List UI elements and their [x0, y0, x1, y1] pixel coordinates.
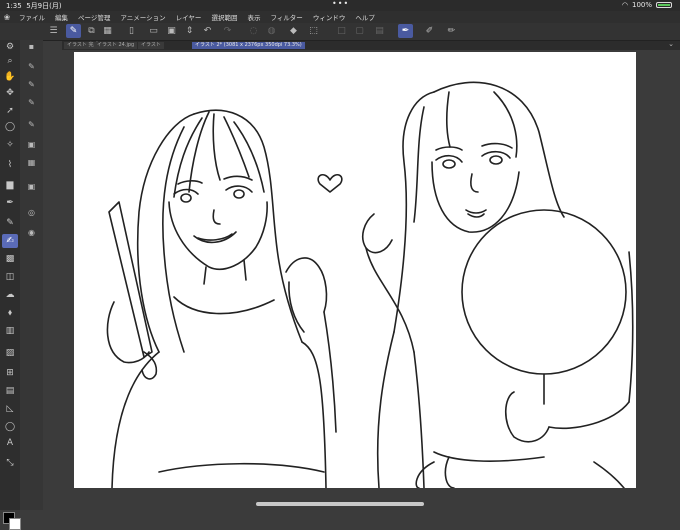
battery-percent: 100%	[631, 1, 652, 9]
blend-icon[interactable]: ☁	[2, 288, 18, 302]
settings-gear-icon[interactable]: ⚙	[2, 40, 18, 54]
menu-window[interactable]: ウィンドウ	[308, 12, 351, 22]
sub-tool-brush-1-icon[interactable]: ✎	[24, 60, 39, 73]
pen-icon[interactable]: ✒	[2, 196, 18, 210]
invert-selection-icon[interactable]: ▤	[372, 24, 387, 38]
lasso-icon[interactable]: ◯	[2, 120, 18, 134]
sub-tool-layer-icon[interactable]: ▣	[24, 138, 39, 151]
color-selector[interactable]	[3, 512, 21, 530]
drawing-canvas[interactable]	[74, 52, 636, 489]
sketch-artwork	[106, 81, 634, 489]
airbrush-icon[interactable]: ▩	[2, 252, 18, 266]
menu-selection[interactable]: 選択範囲	[206, 12, 242, 22]
brush-icon[interactable]: ✍	[2, 234, 18, 248]
status-time: 1:35 5月9日(月)	[6, 2, 62, 10]
clear-icon[interactable]: ◌	[246, 24, 261, 38]
sub-tool-history-icon[interactable]: ◎	[24, 206, 39, 219]
command-bar: ☰ ✎ ⧉ ▦ ▯ ▭ ▣ ⇕ ↶ ↷ ◌ ◍ ◆ ⬚ □ ▢ ▤ ✒ ✐ ✏	[0, 23, 680, 41]
sub-color-swatch[interactable]	[9, 518, 21, 530]
pencil-icon[interactable]: ✎	[2, 216, 18, 230]
operation-icon[interactable]: ➚	[2, 104, 18, 118]
crop-icon[interactable]: ⬚	[306, 24, 321, 38]
correct-line-icon[interactable]: ⤡	[2, 456, 18, 470]
menu-bar: ❀ ファイル 編集 ページ管理 アニメーション レイヤー 選択範囲 表示 フィル…	[0, 11, 680, 23]
sub-tool-material-icon[interactable]: ▦	[24, 156, 39, 169]
color-swatch-icon[interactable]: ▆	[2, 178, 18, 192]
layers-icon[interactable]: ⧉	[84, 24, 99, 38]
select-all-icon[interactable]: □	[334, 24, 349, 38]
menu-layer[interactable]: レイヤー	[171, 12, 207, 22]
menu-view[interactable]: 表示	[242, 12, 265, 22]
frame-icon[interactable]: ⊞	[2, 366, 18, 380]
menu-filter[interactable]: フィルター	[265, 12, 307, 22]
document-tab-bar: イラスト 完成3 イラスト 24.jpg イラスト イラスト 2* (3081 …	[62, 40, 680, 50]
home-indicator[interactable]	[256, 502, 424, 506]
tool-palette: ⚙ ⌕ ✋ ✥ ➚ ◯ ✧ ⌇ ▆ ✒ ✎ ✍ ▩ ◫ ☁ ⬧ ▥ ▨ ⊞ ▤ …	[0, 40, 21, 530]
open-folder-icon[interactable]: ▭	[146, 24, 161, 38]
move-icon[interactable]: ✥	[2, 86, 18, 100]
gallery-icon[interactable]: ▦	[100, 24, 115, 38]
new-file-icon[interactable]: ▯	[124, 24, 139, 38]
sub-tool-navigator-icon[interactable]: ▣	[24, 180, 39, 193]
menu-file[interactable]: ファイル	[14, 12, 50, 22]
clear-outside-icon[interactable]: ◍	[264, 24, 279, 38]
brush-mode-icon[interactable]: ✎	[66, 24, 81, 38]
redo-icon[interactable]: ↷	[220, 24, 235, 38]
document-tab[interactable]: イラスト	[138, 42, 164, 49]
chevron-down-icon[interactable]: ⌄	[668, 40, 674, 48]
balloon-icon[interactable]: ◯	[2, 420, 18, 434]
sub-tool-property-icon[interactable]: ◉	[24, 226, 39, 239]
wifi-icon: ◠	[621, 1, 628, 9]
deselect-icon[interactable]: ▢	[352, 24, 367, 38]
eyedropper-icon[interactable]: ⌇	[2, 158, 18, 172]
ruler-icon[interactable]: ▤	[2, 384, 18, 398]
vector-icon[interactable]: ◺	[2, 402, 18, 416]
battery-icon	[656, 2, 672, 8]
menu-edit[interactable]: 編集	[50, 12, 73, 22]
fill-icon[interactable]: ◆	[286, 24, 301, 38]
multitask-dots[interactable]: •••	[332, 0, 349, 8]
stepper-icon[interactable]: ⇕	[182, 24, 197, 38]
menu-animation[interactable]: アニメーション	[115, 12, 170, 22]
hand-icon[interactable]: ✋	[2, 70, 18, 84]
eraser-icon[interactable]: ◫	[2, 270, 18, 284]
stabilizer-pen-icon[interactable]: ✒	[398, 24, 413, 38]
text-icon[interactable]: A	[2, 436, 18, 450]
document-tab[interactable]: イラスト 24.jpg	[94, 42, 138, 49]
undo-icon[interactable]: ↶	[200, 24, 215, 38]
sub-tool-brush-2-icon[interactable]: ✎	[24, 78, 39, 91]
ios-status-bar: 1:35 5月9日(月) ••• ◠ 100%	[0, 0, 680, 11]
sub-tool-brush-3-icon[interactable]: ✎	[24, 96, 39, 109]
gradient-icon[interactable]: ▥	[2, 324, 18, 338]
sub-tool-brush-4-icon[interactable]: ✎	[24, 118, 39, 131]
menu-page[interactable]: ページ管理	[73, 12, 115, 22]
document-tab-active[interactable]: イラスト 2* (3081 x 2376px 350dpi 73.3%)	[192, 42, 305, 49]
menu-help[interactable]: ヘルプ	[350, 12, 380, 22]
sub-tool-palette: ▪ ✎ ✎ ✎ ✎ ▣ ▦ ▣ ◎ ◉	[20, 40, 43, 510]
zoom-icon[interactable]: ⌕	[2, 54, 18, 68]
magic-wand-icon[interactable]: ✧	[2, 138, 18, 152]
save-icon[interactable]: ▣	[164, 24, 179, 38]
pen-pressure-icon[interactable]: ✐	[422, 24, 437, 38]
sub-tool-menu-icon[interactable]: ▪	[24, 40, 39, 53]
pen-settings-icon[interactable]: ✏	[444, 24, 459, 38]
hamburger-menu-icon[interactable]: ☰	[46, 24, 61, 38]
app-logo-icon[interactable]: ❀	[0, 13, 14, 22]
fill-bucket-icon[interactable]: ⬧	[2, 306, 18, 320]
figure-icon[interactable]: ▨	[2, 346, 18, 360]
